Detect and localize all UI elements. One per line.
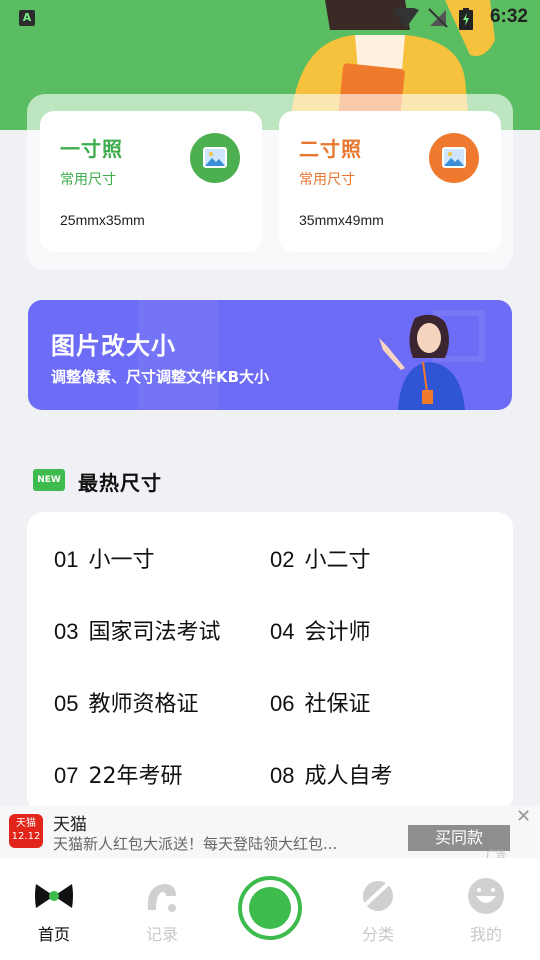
tab-profile[interactable]: 我的 <box>446 858 526 960</box>
tab-label: 分类 <box>361 925 394 944</box>
item-number: 05 <box>54 691 79 716</box>
item-number: 06 <box>270 691 295 716</box>
new-badge: NEW <box>33 469 65 491</box>
card-subtitle: 常用尺寸 <box>299 172 355 188</box>
list-item[interactable]: 03 国家司法考试 <box>54 614 221 646</box>
item-number: 01 <box>54 547 79 572</box>
tab-label: 首页 <box>37 925 70 944</box>
item-number: 07 <box>54 763 79 788</box>
ad-description: 天猫新人红包大派送！每天登陆领大红包... <box>53 835 338 853</box>
app-notification-icon: A <box>19 10 35 26</box>
banner-illustration <box>379 314 465 410</box>
logo-line: 12.12 <box>11 831 41 842</box>
item-label: 成人自考 <box>304 764 393 789</box>
resize-image-banner[interactable]: 图片改大小 调整像素、尺寸调整文件KB大小 <box>28 300 512 410</box>
two-inch-card[interactable]: 二寸照 常用尺寸 35mmx49mm <box>279 111 501 252</box>
list-item[interactable]: 02 小二寸 <box>270 542 371 574</box>
one-inch-card[interactable]: 一寸照 常用尺寸 25mmx35mm <box>40 111 262 252</box>
battery-icon <box>459 8 473 30</box>
item-label: 小一寸 <box>88 548 155 573</box>
tab-category[interactable]: 分类 <box>338 858 418 960</box>
item-number: 04 <box>270 619 295 644</box>
tab-label: 我的 <box>469 925 502 944</box>
item-label: 教师资格证 <box>88 692 199 717</box>
ad-banner[interactable]: 天猫 12.12 天猫 天猫新人红包大派送！每天登陆领大红包... 买同款 ✕ 广… <box>0 806 540 861</box>
ad-name: 天猫 <box>53 815 87 835</box>
bow-icon <box>35 884 73 908</box>
profile-icon <box>468 878 504 914</box>
list-item[interactable]: 07 22年考研 <box>54 758 182 790</box>
status-time: 6:32 <box>489 6 528 27</box>
card-title: 一寸照 <box>60 137 123 161</box>
item-number: 03 <box>54 619 79 644</box>
list-item[interactable]: 01 小一寸 <box>54 542 155 574</box>
item-label: 社保证 <box>304 692 371 717</box>
card-dimensions: 35mmx49mm <box>299 212 384 228</box>
no-signal-icon <box>428 8 448 28</box>
banner-subtitle: 调整像素、尺寸调整文件KB大小 <box>51 368 270 386</box>
hot-sizes-list: 01 小一寸 02 小二寸 03 国家司法考试 04 会计师 05 教师资格证 06 社保证… <box>27 512 513 812</box>
list-item[interactable]: 06 社保证 <box>270 686 371 718</box>
card-dimensions: 25mmx35mm <box>60 212 145 228</box>
camera-button[interactable] <box>238 876 302 940</box>
record-icon <box>147 884 176 912</box>
item-label: 22年考研 <box>88 764 183 789</box>
list-item[interactable]: 05 教师资格证 <box>54 686 199 718</box>
tab-record[interactable]: 记录 <box>122 858 202 960</box>
bottom-tab-bar: 首页 记录 分类 我的 <box>0 858 540 960</box>
camera-button-inner <box>249 887 291 929</box>
item-number: 08 <box>270 763 295 788</box>
list-item[interactable]: 04 会计师 <box>270 614 371 646</box>
tab-home[interactable]: 首页 <box>14 858 94 960</box>
card-title: 二寸照 <box>299 137 362 161</box>
image-icon <box>429 133 479 183</box>
tmall-logo: 天猫 12.12 <box>9 814 43 848</box>
image-icon <box>190 133 240 183</box>
logo-line: 天猫 <box>16 818 36 829</box>
item-number: 02 <box>270 547 295 572</box>
item-label: 会计师 <box>304 620 371 645</box>
banner-title: 图片改大小 <box>51 332 176 360</box>
status-bar: A 6:32 <box>0 0 540 36</box>
section-title: 最热尺寸 <box>78 471 162 495</box>
card-subtitle: 常用尺寸 <box>60 172 116 188</box>
list-item[interactable]: 08 成人自考 <box>270 758 393 790</box>
category-icon <box>362 880 393 911</box>
tab-label: 记录 <box>145 925 178 944</box>
wifi-icon <box>393 8 419 28</box>
item-label: 小二寸 <box>304 548 371 573</box>
close-icon[interactable]: ✕ <box>516 806 531 827</box>
item-label: 国家司法考试 <box>88 620 221 645</box>
